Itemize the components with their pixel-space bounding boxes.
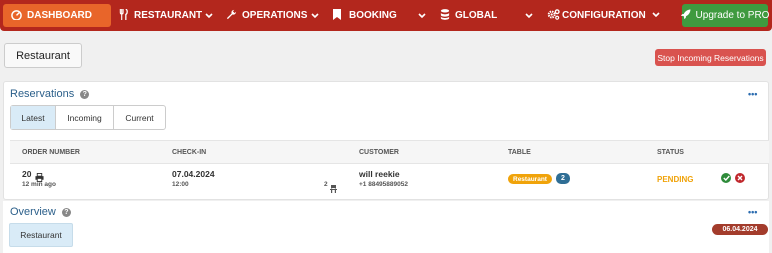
chevron-down-icon[interactable] bbox=[311, 1, 319, 30]
chevron-down-icon bbox=[652, 10, 660, 21]
chevron-down-icon[interactable] bbox=[525, 1, 533, 30]
upgrade-to-pro-button[interactable]: Upgrade to PRO bbox=[680, 4, 770, 27]
overview-panel bbox=[3, 201, 769, 253]
column-table: TABLE bbox=[508, 149, 531, 156]
database-icon bbox=[440, 8, 450, 23]
help-icon[interactable]: ? bbox=[61, 207, 71, 217]
column-customer: CUSTOMER bbox=[359, 149, 399, 156]
overview-title-text: Overview bbox=[10, 206, 56, 218]
wrench-icon bbox=[226, 9, 237, 23]
column-order-number: ORDER NUMBER bbox=[22, 149, 80, 156]
page-title[interactable]: Restaurant bbox=[4, 43, 82, 68]
chevron-down-icon[interactable] bbox=[205, 1, 213, 30]
table-header: ORDER NUMBER CHECK-IN CUSTOMER TABLE STA… bbox=[10, 140, 769, 164]
overview-date-badge: 06.04.2024 bbox=[712, 224, 768, 235]
tab-current[interactable]: Current bbox=[114, 106, 165, 129]
customer-phone: +1 88495889052 bbox=[359, 181, 408, 188]
nav-configuration-label: CONFIGURATION bbox=[562, 10, 646, 21]
cutlery-icon bbox=[119, 7, 129, 23]
overview-title: Overview ? bbox=[10, 206, 71, 218]
upgrade-label: Upgrade to PRO bbox=[695, 10, 770, 21]
tab-incoming[interactable]: Incoming bbox=[56, 106, 114, 129]
checkin-date: 07.04.2024 bbox=[172, 169, 215, 179]
help-icon[interactable]: ? bbox=[80, 89, 90, 99]
customer-name[interactable]: will reekie bbox=[359, 169, 400, 179]
order-age: 12 min ago bbox=[22, 181, 56, 188]
approve-icon[interactable] bbox=[721, 173, 731, 183]
column-status: STATUS bbox=[657, 149, 684, 156]
tab-overview-restaurant[interactable]: Restaurant bbox=[9, 223, 73, 247]
reservations-tabs: Latest Incoming Current bbox=[10, 105, 166, 130]
reservations-title: Reservations ? bbox=[10, 88, 90, 100]
table-room-badge: Restaurant bbox=[508, 174, 552, 184]
checkin-time: 12:00 bbox=[172, 181, 189, 188]
status-badge: PENDING bbox=[657, 175, 694, 184]
stop-incoming-reservations-button[interactable]: Stop Incoming Reservations bbox=[655, 49, 766, 66]
nav-operations-label: OPERATIONS bbox=[242, 10, 308, 21]
gears-icon bbox=[547, 8, 560, 23]
dashboard-icon bbox=[11, 9, 22, 23]
nav-booking[interactable]: BOOKING bbox=[333, 1, 397, 30]
order-number[interactable]: 20 bbox=[22, 169, 31, 179]
more-options-icon[interactable]: ••• bbox=[748, 207, 757, 217]
more-options-icon[interactable]: ••• bbox=[748, 89, 757, 99]
nav-booking-label: BOOKING bbox=[349, 10, 397, 21]
nav-global-label: GLOBAL bbox=[455, 10, 498, 21]
nav-global[interactable]: GLOBAL bbox=[440, 1, 497, 30]
nav-configuration[interactable]: CONFIGURATION bbox=[547, 1, 660, 30]
nav-dashboard-label: DASHBOARD bbox=[27, 10, 92, 21]
reservations-title-text: Reservations bbox=[10, 88, 75, 100]
bookmark-icon bbox=[333, 8, 341, 23]
decline-icon[interactable] bbox=[735, 173, 745, 183]
nav-restaurant[interactable]: RESTAURANT bbox=[119, 1, 202, 30]
nav-dashboard[interactable]: DASHBOARD bbox=[3, 4, 111, 27]
column-check-in: CHECK-IN bbox=[172, 149, 207, 156]
chevron-down-icon[interactable] bbox=[418, 1, 426, 30]
tab-latest[interactable]: Latest bbox=[11, 106, 56, 129]
rocket-icon bbox=[680, 9, 691, 22]
nav-operations[interactable]: OPERATIONS bbox=[226, 1, 307, 30]
guests-icon bbox=[330, 180, 337, 198]
table-row[interactable]: 20 12 min ago 07.04.2024 12:00 2 will re… bbox=[10, 164, 769, 198]
nav-restaurant-label: RESTAURANT bbox=[134, 10, 203, 21]
table-number-badge: 2 bbox=[556, 173, 570, 184]
guest-count: 2 bbox=[324, 181, 328, 188]
